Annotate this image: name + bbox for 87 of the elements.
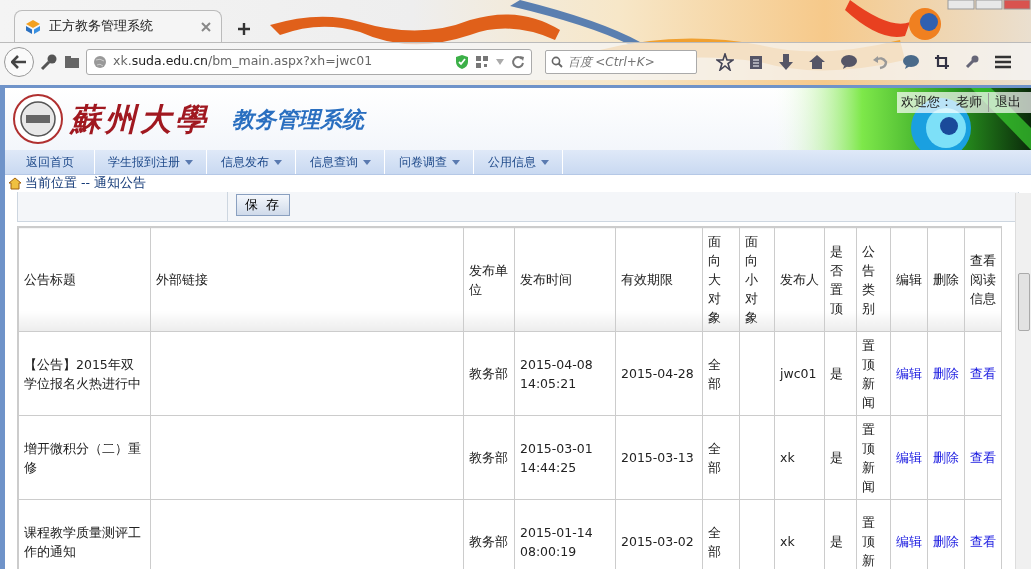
table-cell: 2015-03-02 xyxy=(621,534,694,549)
delete-link[interactable]: 删除 xyxy=(933,450,959,465)
table-cell: 【公告】2015年双学位报名火热进行中 xyxy=(24,356,141,391)
tab-title: 正方教务管理系统 xyxy=(49,17,154,36)
column-header: 是否置顶 xyxy=(830,242,843,318)
column-header: 发布单位 xyxy=(469,262,508,297)
logout-link[interactable]: 退出 xyxy=(995,93,1021,112)
column-header: 面向小对象 xyxy=(745,233,758,327)
nav-menu-item[interactable]: 信息查询 xyxy=(296,150,385,174)
search-field[interactable]: 百度 <Ctrl+K> xyxy=(544,49,697,74)
home-icon[interactable] xyxy=(807,53,826,70)
table-cell-text: 置顶新闻 xyxy=(862,336,875,412)
scrollbar[interactable] xyxy=(1015,193,1031,569)
column-header: 发布人 xyxy=(780,272,819,287)
back-button[interactable] xyxy=(4,46,34,77)
edit-link[interactable]: 编辑 xyxy=(896,450,922,465)
column-header: 外部链接 xyxy=(156,272,208,287)
nav-menu-item[interactable]: 返回首页 xyxy=(5,150,95,174)
column-header: 面向大对象 xyxy=(708,233,721,327)
column-header: 公告类别 xyxy=(862,242,875,318)
nav-menu-item[interactable]: 学生报到注册 xyxy=(95,150,207,174)
breadcrumb: 当前位置 -- 通知公告 xyxy=(25,174,146,193)
close-icon[interactable] xyxy=(201,21,211,32)
view-link[interactable]: 查看 xyxy=(970,450,996,465)
column-header: 有效期限 xyxy=(621,272,673,287)
browser-tab[interactable]: 正方教务管理系统 xyxy=(14,10,222,42)
table-cell: 教务部 xyxy=(469,366,508,381)
table-cell: jwc01 xyxy=(780,366,817,381)
nav-menu-item[interactable]: 问卷调查 xyxy=(385,150,474,174)
download-icon[interactable] xyxy=(777,52,794,71)
table-cell-text: 全部 xyxy=(708,523,721,561)
table-cell: 2015-03-13 xyxy=(621,450,694,465)
home-icon xyxy=(8,177,22,190)
table-cell: xk xyxy=(780,534,795,549)
star-icon[interactable] xyxy=(715,52,734,71)
url-text: xk.suda.edu.cn/bm_main.aspx?xh=jwc01 xyxy=(113,52,374,71)
column-header: 发布时间 xyxy=(520,272,572,287)
save-button[interactable]: 保 存 xyxy=(236,194,290,216)
nav-menu-item[interactable]: 信息发布 xyxy=(207,150,296,174)
table-cell-text: 置顶新 xyxy=(862,514,875,569)
edit-link[interactable]: 编辑 xyxy=(896,534,922,549)
folder-icon[interactable] xyxy=(64,54,80,69)
scrollbar-thumb[interactable] xyxy=(1018,273,1030,331)
table-cell: 是 xyxy=(830,366,843,381)
table-cell-text: 全部 xyxy=(708,355,721,393)
university-name-logo: 蘇州大學 xyxy=(69,99,210,139)
column-header: 查看阅读信息 xyxy=(970,253,996,306)
edit-link[interactable]: 编辑 xyxy=(896,366,922,381)
table-cell: 2015-04-08 14:05:21 xyxy=(520,356,593,391)
table-cell: 课程教学质量测评工作的通知 xyxy=(24,524,141,559)
crop-icon[interactable] xyxy=(933,53,950,70)
speech-bubble-icon[interactable] xyxy=(901,53,920,70)
browser-logo xyxy=(909,8,941,40)
delete-link[interactable]: 删除 xyxy=(933,534,959,549)
clipboard-icon[interactable] xyxy=(747,53,764,70)
table-cell: 2015-01-14 08:00:19 xyxy=(520,524,593,559)
chat-icon[interactable] xyxy=(839,53,858,70)
reload-icon[interactable] xyxy=(511,54,525,69)
table-cell: 是 xyxy=(830,534,843,549)
shield-icon[interactable] xyxy=(455,53,469,70)
user-name: 老师 xyxy=(956,93,982,111)
globe-icon xyxy=(93,54,107,69)
column-header: 删除 xyxy=(933,272,959,287)
view-link[interactable]: 查看 xyxy=(970,534,996,549)
table-cell-text: 全部 xyxy=(708,439,721,477)
cube-icon xyxy=(25,18,41,35)
delete-link[interactable]: 删除 xyxy=(933,366,959,381)
menu-icon[interactable] xyxy=(993,54,1012,69)
column-header: 公告标题 xyxy=(24,272,76,287)
table-cell: 2015-04-28 xyxy=(621,366,694,381)
welcome-label: 欢迎您： xyxy=(901,93,953,111)
table-cell: 2015-03-01 14:44:25 xyxy=(520,440,593,475)
table-cell: 教务部 xyxy=(469,534,508,549)
qr-code-icon[interactable] xyxy=(475,54,489,69)
university-seal-logo xyxy=(11,93,64,145)
key-icon[interactable] xyxy=(40,52,58,71)
table-cell: 是 xyxy=(830,450,843,465)
table-cell: xk xyxy=(780,450,795,465)
new-tab-icon[interactable] xyxy=(236,21,251,36)
table-cell: 增开微积分（二）重修 xyxy=(24,440,141,475)
back-arrow-icon xyxy=(11,54,27,69)
nav-menu-item[interactable]: 公用信息 xyxy=(474,150,563,174)
table-cell-text: 置顶新闻 xyxy=(862,420,875,496)
view-link[interactable]: 查看 xyxy=(970,366,996,381)
table-cell: 教务部 xyxy=(469,450,508,465)
address-bar[interactable]: xk.suda.edu.cn/bm_main.aspx?xh=jwc01 xyxy=(86,48,532,75)
column-header: 编辑 xyxy=(896,272,922,287)
